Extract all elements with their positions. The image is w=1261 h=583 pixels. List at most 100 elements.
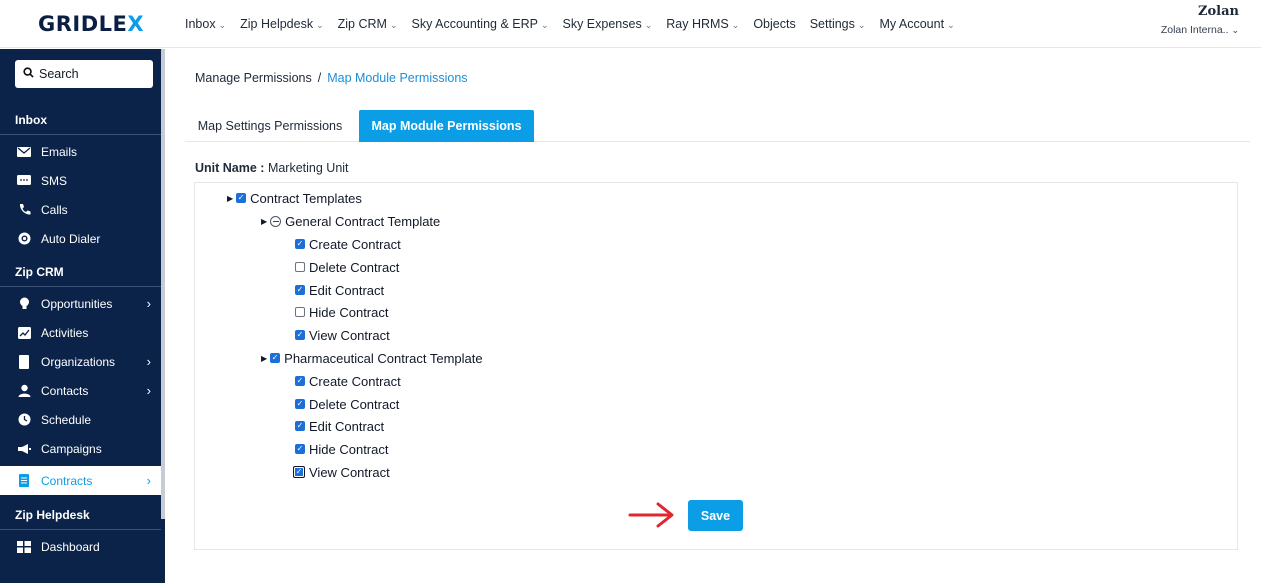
unit-name-line: Unit Name : Marketing Unit	[195, 161, 349, 175]
top-navigation-bar: GRIDLEX Inbox ⌄ Zip Helpdesk ⌄ Zip CRM ⌄ Sk…	[0, 0, 1261, 48]
nav-settings[interactable]: Settings ⌄	[810, 17, 866, 31]
caret-right-icon[interactable]: ▶	[261, 217, 267, 226]
megaphone-icon	[17, 442, 31, 456]
tree-node-root: ▶ ✓ Contract Templates	[227, 190, 362, 206]
checkbox-general-edit[interactable]: ✓	[295, 285, 305, 295]
checkbox-pharmaceutical-contract-template[interactable]: ✓	[270, 353, 281, 363]
tree-leaf: Hide Contract	[295, 303, 388, 321]
permission-tabs: Map Settings Permissions Map Module Perm…	[185, 110, 1250, 142]
tree-leaf: ✓ Edit Contract	[295, 282, 385, 298]
chevron-down-icon: ⌄	[316, 20, 324, 30]
nav-objects[interactable]: Objects	[753, 17, 795, 31]
nav-zip-helpdesk[interactable]: Zip Helpdesk ⌄	[240, 17, 324, 31]
sidebar-section-zip-crm[interactable]: Zip CRM	[0, 258, 161, 287]
chevron-down-icon: ⌄	[218, 20, 227, 30]
chevron-down-icon: ⌄	[389, 20, 398, 30]
nav-ray-hrms[interactable]: Ray HRMS ⌄	[666, 17, 739, 31]
chevron-down-icon: ⌄	[947, 20, 955, 30]
nav-sky-accounting[interactable]: Sky Accounting & ERP ⌄	[412, 17, 549, 31]
unit-name-label: Unit Name :	[195, 161, 265, 175]
user-icon	[17, 384, 31, 398]
sidebar-section-zip-helpdesk[interactable]: Zip Helpdesk	[0, 501, 161, 530]
chevron-right-icon: ›	[146, 383, 151, 398]
nav-inbox[interactable]: Inbox ⌄	[185, 17, 226, 31]
breadcrumb: Manage Permissions / Map Module Permission…	[195, 71, 468, 85]
gridlex-logo[interactable]: GRIDLEX	[38, 12, 144, 36]
red-arrow-icon	[628, 502, 674, 528]
tab-map-module-permissions[interactable]: Map Module Permissions	[359, 110, 534, 142]
caret-right-icon[interactable]: ▶	[227, 194, 233, 203]
breadcrumb-parent[interactable]: Manage Permissions	[195, 71, 312, 85]
search-icon	[23, 67, 34, 81]
checkbox-general-contract-template[interactable]	[270, 215, 282, 227]
chevron-down-icon: ⌄	[644, 20, 653, 30]
tree-node-pharmaceutical: ▶ ✓ Pharmaceutical Contract Template	[261, 350, 483, 366]
dashboard-icon	[17, 540, 31, 554]
account-switcher[interactable]: Zolan Zolan Interna.. ⌄	[1161, 4, 1239, 36]
document-icon	[17, 474, 31, 488]
breadcrumb-separator: /	[317, 71, 322, 85]
nav-my-account[interactable]: My Account ⌄	[879, 17, 954, 31]
clock-icon	[17, 413, 31, 427]
sidebar-item-schedule[interactable]: Schedule	[0, 405, 161, 434]
chevron-down-icon: ⌄	[857, 20, 866, 30]
building-icon	[17, 354, 31, 369]
checkbox-pharma-create[interactable]: ✓	[295, 376, 305, 386]
sidebar-search[interactable]: Search	[15, 60, 153, 88]
sidebar-item-activities[interactable]: Activities	[0, 318, 161, 347]
tree-node-general: ▶ General Contract Template	[261, 213, 441, 229]
tree-leaf: Delete Contract	[295, 258, 399, 276]
unit-name-value: Marketing Unit	[267, 161, 349, 175]
chevron-down-icon: ⌄	[540, 20, 549, 30]
sidebar-item-campaigns[interactable]: Campaigns	[0, 434, 161, 463]
sidebar-item-dashboard[interactable]: Dashboard	[0, 532, 161, 561]
sidebar-section-inbox[interactable]: Inbox	[0, 106, 161, 135]
checkbox-general-view[interactable]: ✓	[295, 330, 305, 340]
activity-chart-icon	[17, 326, 31, 340]
chevron-right-icon: ›	[146, 473, 151, 488]
company-name: Zolan	[1198, 4, 1239, 19]
caret-right-icon[interactable]: ▶	[261, 354, 267, 363]
phone-icon	[17, 203, 31, 217]
checkbox-pharma-hide[interactable]: ✓	[295, 444, 305, 454]
tree-leaf: ✓ Create Contract	[295, 373, 401, 389]
chevron-down-icon: ⌄	[731, 20, 740, 30]
chevron-down-icon: ⌄	[1231, 25, 1239, 35]
tree-leaf: ✓ Edit Contract	[295, 418, 385, 434]
sms-icon	[17, 174, 31, 188]
sidebar-item-emails[interactable]: Emails	[0, 137, 161, 166]
tree-leaf: ✓ Delete Contract	[295, 396, 400, 412]
checkbox-general-hide[interactable]	[295, 307, 305, 317]
sidebar-item-calls[interactable]: Calls	[0, 195, 161, 224]
checkbox-pharma-edit[interactable]: ✓	[295, 421, 305, 431]
sidebar-item-opportunities[interactable]: Opportunities ›	[0, 289, 161, 318]
breadcrumb-current: Map Module Permissions	[327, 71, 468, 85]
tab-map-settings-permissions[interactable]: Map Settings Permissions	[185, 110, 355, 142]
lightbulb-icon	[17, 297, 31, 311]
checkbox-pharma-delete[interactable]: ✓	[295, 399, 305, 409]
tree-leaf: ✓ View Contract	[295, 327, 390, 343]
sidebar: Search Inbox Emails SMS Calls Auto Diale…	[0, 49, 165, 583]
org-selector[interactable]: Zolan Interna.. ⌄	[1161, 24, 1239, 36]
top-nav-menu: Inbox ⌄ Zip Helpdesk ⌄ Zip CRM ⌄ Sky Accoun…	[185, 0, 969, 48]
sidebar-item-sms[interactable]: SMS	[0, 166, 161, 195]
tree-leaf: ✓ Hide Contract	[295, 441, 389, 457]
save-button[interactable]: Save	[688, 500, 743, 531]
tree-leaf: ✓ Create Contract	[295, 236, 401, 252]
nav-sky-expenses[interactable]: Sky Expenses ⌄	[563, 17, 653, 31]
nav-zip-crm[interactable]: Zip CRM ⌄	[338, 17, 398, 31]
checkbox-contract-templates[interactable]: ✓	[236, 193, 247, 203]
checkbox-pharma-view[interactable]: ✓	[293, 466, 305, 478]
sidebar-item-contracts[interactable]: Contracts ›	[0, 466, 161, 495]
sidebar-item-organizations[interactable]: Organizations ›	[0, 347, 161, 376]
dialer-icon	[17, 232, 31, 246]
envelope-icon	[17, 145, 31, 159]
sidebar-item-contacts[interactable]: Contacts ›	[0, 376, 161, 405]
sidebar-scrollbar[interactable]	[161, 49, 165, 519]
chevron-right-icon: ›	[146, 296, 151, 311]
checkbox-general-create[interactable]: ✓	[295, 239, 305, 249]
chevron-right-icon: ›	[146, 354, 151, 369]
sidebar-item-auto-dialer[interactable]: Auto Dialer	[0, 224, 161, 253]
tree-leaf: ✓ View Contract	[293, 463, 390, 481]
checkbox-general-delete[interactable]	[295, 262, 305, 272]
